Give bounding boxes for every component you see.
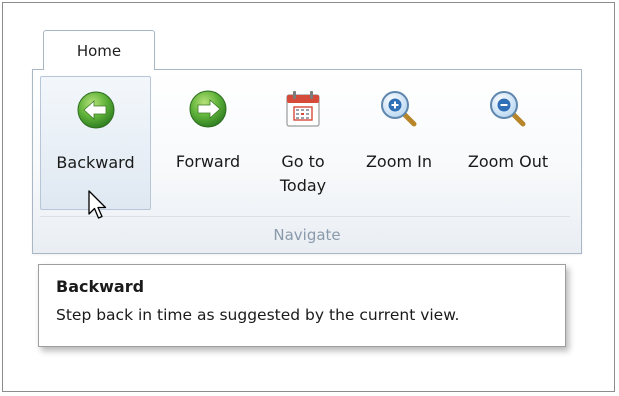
zoom-in-label: Zoom In	[365, 152, 433, 171]
tooltip: Backward Step back in time as suggested …	[38, 264, 566, 347]
zoom-in-icon	[381, 91, 417, 127]
forward-button[interactable]: Forward	[160, 76, 256, 210]
go-to-today-label-line2: Today	[279, 176, 327, 195]
mouse-cursor-icon	[88, 190, 107, 219]
tooltip-title: Backward	[56, 277, 145, 296]
zoom-in-button[interactable]: Zoom In	[352, 76, 446, 210]
zoom-out-icon	[490, 91, 526, 127]
tab-home[interactable]: Home	[43, 30, 155, 70]
tab-home-label: Home	[76, 42, 122, 60]
arrow-right-circle-icon	[189, 90, 227, 128]
go-to-today-label-line1: Go to	[281, 152, 325, 171]
group-separator	[40, 216, 570, 217]
zoom-out-button[interactable]: Zoom Out	[454, 76, 562, 210]
forward-label: Forward	[175, 152, 241, 171]
backward-label: Backward	[56, 153, 135, 172]
go-to-today-button[interactable]: Go to Today	[262, 76, 344, 210]
arrow-left-circle-icon	[77, 91, 114, 129]
tooltip-text: Step back in time as suggested by the cu…	[56, 306, 460, 324]
group-label-navigate: Navigate	[273, 226, 341, 244]
tab-connector	[44, 68, 154, 71]
calendar-icon	[286, 91, 320, 127]
zoom-out-label: Zoom Out	[467, 152, 549, 171]
